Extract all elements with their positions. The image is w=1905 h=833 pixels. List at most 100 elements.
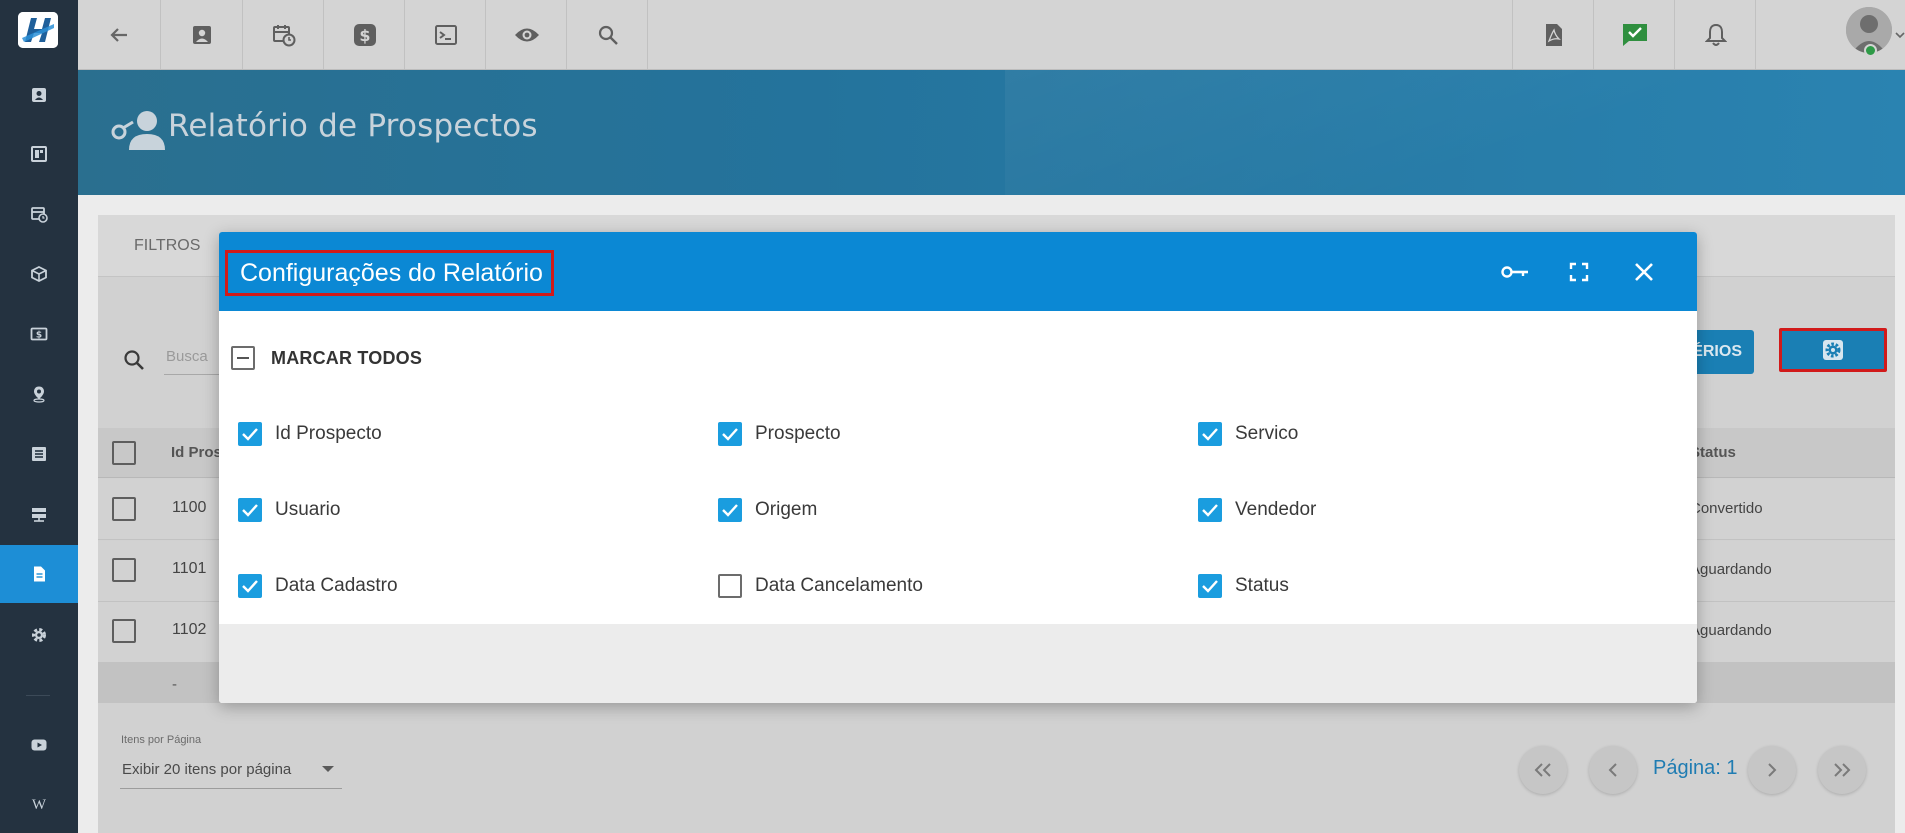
pdf-button[interactable]	[1513, 0, 1594, 69]
option-servico[interactable]: Servico	[1198, 422, 1298, 446]
report-settings-modal: Configurações do Relatório MARCAR TODOS …	[219, 232, 1697, 703]
tab-filters[interactable]: FILTROS	[134, 237, 200, 255]
close-icon	[1634, 262, 1654, 282]
option-label: Origem	[755, 499, 818, 520]
contacts-button[interactable]	[161, 0, 243, 69]
option-label: Data Cadastro	[275, 575, 398, 596]
double-chevron-left-icon	[1534, 763, 1552, 777]
back-button[interactable]	[78, 0, 160, 69]
option-label: Data Cancelamento	[755, 575, 923, 596]
search-button[interactable]	[567, 0, 648, 69]
row-checkbox[interactable]	[112, 619, 136, 643]
document-icon	[30, 565, 48, 583]
finance-button[interactable]: $	[324, 0, 405, 69]
calendar-clock-icon	[272, 23, 296, 47]
row-checkbox[interactable]	[112, 558, 136, 582]
modal-title: Configurações do Relatório	[225, 250, 554, 296]
option-label: Status	[1235, 575, 1289, 596]
checkbox-checked[interactable]	[238, 574, 262, 598]
youtube-icon	[30, 736, 48, 754]
modal-footer	[219, 624, 1697, 703]
option-data-cancelamento[interactable]: Data Cancelamento	[718, 574, 923, 598]
sidebar-item-dashboard[interactable]	[0, 125, 78, 183]
svg-text:$: $	[36, 331, 42, 341]
search-input[interactable]: Busca	[166, 348, 208, 365]
sidebar-item-wiki[interactable]: W	[0, 776, 78, 833]
dollar-icon: $	[353, 23, 377, 47]
app-logo[interactable]	[18, 12, 58, 48]
sidebar-item-videos[interactable]	[0, 716, 78, 774]
option-vendedor[interactable]: Vendedor	[1198, 498, 1316, 522]
contact-card-icon	[191, 24, 213, 46]
user-search-icon	[109, 108, 167, 152]
modal-close-button[interactable]	[1624, 252, 1664, 292]
sidebar-item-lists[interactable]	[0, 425, 78, 483]
checkbox-checked[interactable]	[718, 422, 742, 446]
modal-header: Configurações do Relatório	[219, 232, 1697, 311]
sidebar-item-settings[interactable]	[0, 606, 78, 664]
search-icon	[122, 348, 146, 372]
option-usuario[interactable]: Usuario	[238, 498, 340, 522]
checkbox-checked[interactable]	[718, 498, 742, 522]
checkbox-unchecked[interactable]	[718, 574, 742, 598]
items-per-page-select[interactable]: Exibir 20 itens por página	[122, 761, 291, 778]
sidebar-item-locations[interactable]	[0, 365, 78, 423]
chat-check-icon	[1622, 23, 1648, 47]
option-origem[interactable]: Origem	[718, 498, 817, 522]
fullscreen-icon	[1569, 262, 1589, 282]
sidebar-item-finance[interactable]: $	[0, 305, 78, 363]
checkbox-checked[interactable]	[1198, 574, 1222, 598]
page-title: Relatório de Prospectos	[168, 108, 538, 144]
option-status[interactable]: Status	[1198, 574, 1289, 598]
select-all-rows-checkbox[interactable]	[112, 441, 136, 465]
sidebar-item-servers[interactable]	[0, 485, 78, 543]
indeterminate-checkbox[interactable]	[231, 346, 255, 370]
calendar-clock-icon	[30, 205, 48, 223]
messages-button[interactable]	[1594, 0, 1675, 69]
bell-icon	[1704, 23, 1727, 47]
dropdown-caret-icon[interactable]	[322, 766, 334, 772]
sidebar-divider	[26, 695, 50, 696]
checkbox-checked[interactable]	[1198, 498, 1222, 522]
sidebar-item-reports[interactable]	[0, 545, 78, 603]
notifications-button[interactable]	[1675, 0, 1756, 69]
row-status: Convertido	[1690, 500, 1763, 517]
column-header-id[interactable]: Id Pros	[171, 444, 222, 461]
checkbox-checked[interactable]	[1198, 422, 1222, 446]
sidebar-item-schedule[interactable]	[0, 185, 78, 243]
option-label: Usuario	[275, 499, 341, 520]
gear-icon	[30, 626, 48, 644]
view-button[interactable]	[486, 0, 567, 69]
first-page-button[interactable]	[1519, 746, 1567, 794]
checkbox-checked[interactable]	[238, 422, 262, 446]
schedule-button[interactable]	[243, 0, 324, 69]
chevron-right-icon	[1767, 763, 1777, 777]
option-data-cadastro[interactable]: Data Cadastro	[238, 574, 398, 598]
select-all-label: MARCAR TODOS	[271, 347, 423, 368]
last-page-button[interactable]	[1818, 746, 1866, 794]
sidebar-item-contacts[interactable]	[0, 66, 78, 124]
chevron-down-icon	[1895, 31, 1905, 39]
row-id: 1100	[172, 499, 207, 516]
select-all-toggle[interactable]: MARCAR TODOS	[231, 346, 422, 370]
terminal-icon	[434, 24, 458, 46]
money-icon: $	[30, 325, 48, 343]
row-id: 1102	[172, 621, 207, 638]
option-label: Id Prospecto	[275, 423, 382, 444]
next-page-button[interactable]	[1748, 746, 1796, 794]
row-checkbox[interactable]	[112, 497, 136, 521]
modal-key-button[interactable]	[1495, 252, 1535, 292]
prev-page-button[interactable]	[1589, 746, 1637, 794]
profile-dropdown-toggle[interactable]	[1893, 0, 1905, 69]
option-id-prospecto[interactable]: Id Prospecto	[238, 422, 382, 446]
table-footer-total: -	[172, 676, 177, 693]
terminal-button[interactable]	[405, 0, 486, 69]
double-chevron-right-icon	[1833, 763, 1851, 777]
report-settings-button[interactable]	[1779, 328, 1887, 372]
modal-fullscreen-button[interactable]	[1559, 252, 1599, 292]
checkbox-checked[interactable]	[238, 498, 262, 522]
sidebar-item-products[interactable]	[0, 245, 78, 303]
svg-text:$: $	[359, 26, 370, 45]
modal-title-text: Configurações do Relatório	[240, 258, 543, 287]
option-prospecto[interactable]: Prospecto	[718, 422, 841, 446]
